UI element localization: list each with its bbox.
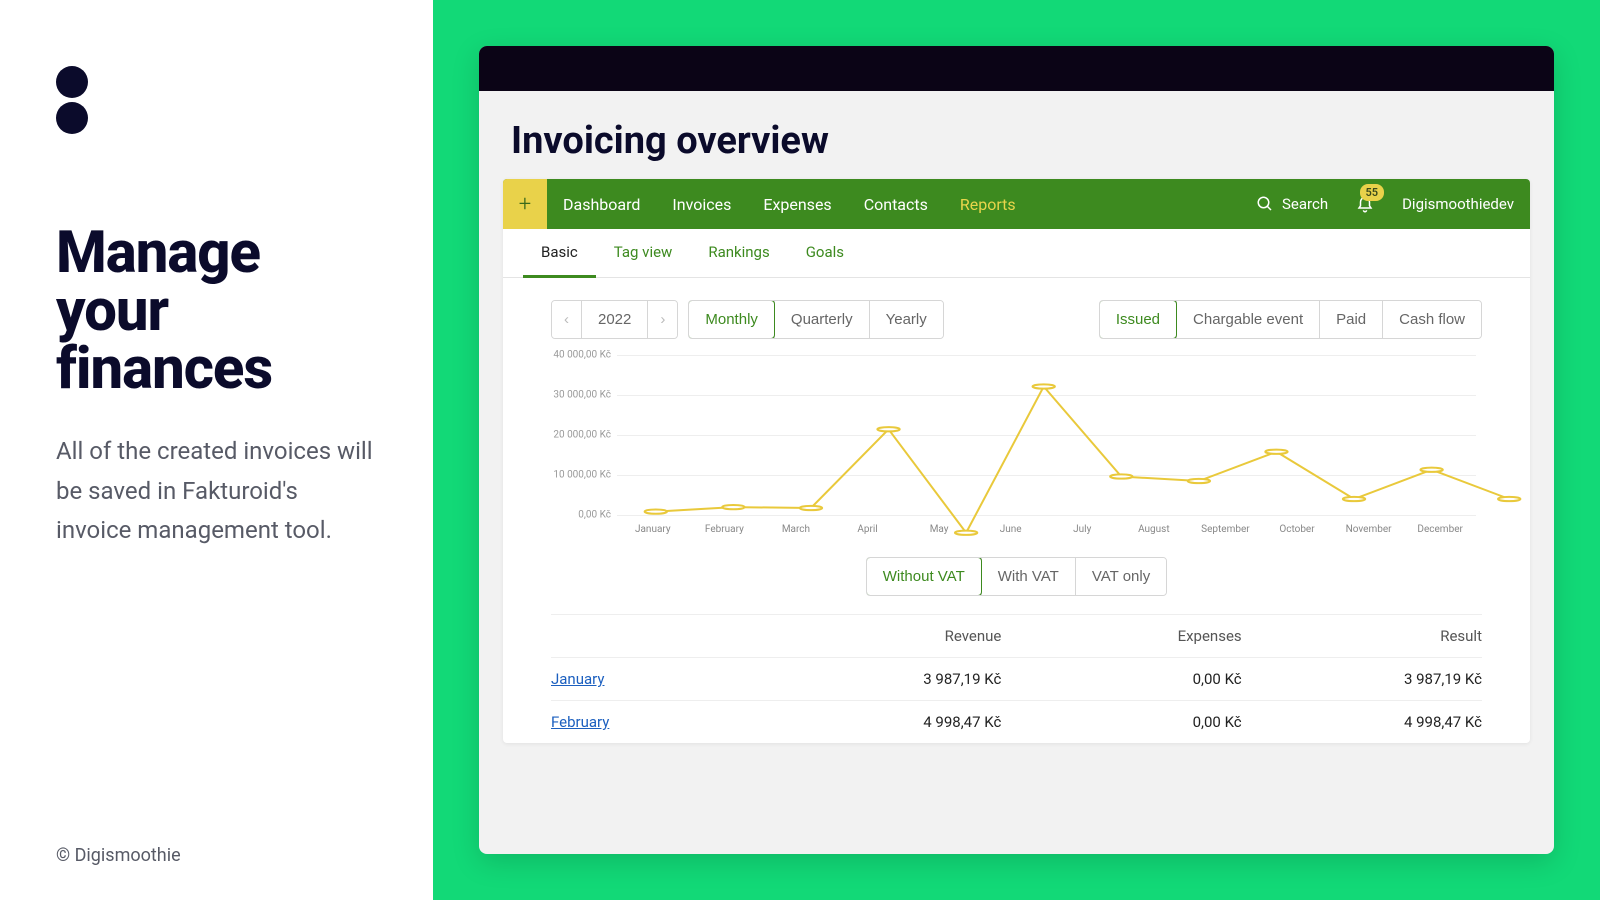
year-prev-button[interactable]: ‹	[552, 301, 581, 338]
search-button[interactable]: Search	[1240, 195, 1344, 213]
cell-expenses: 0,00 Kč	[1001, 670, 1241, 688]
app-window: Invoicing overview + DashboardInvoicesEx…	[479, 46, 1554, 854]
period-option-monthly[interactable]: Monthly	[688, 300, 775, 339]
cell-result: 3 987,19 Kč	[1242, 670, 1482, 688]
header-revenue: Revenue	[761, 627, 1001, 645]
chart-container: 0,00 Kč 10 000,00 Kč 20 000,00 Kč 30 000,00…	[503, 349, 1530, 543]
tab-basic[interactable]: Basic	[523, 229, 596, 278]
subnav: BasicTag viewRankingsGoals	[503, 229, 1530, 278]
filter-segment: IssuedChargable eventPaidCash flow	[1099, 300, 1482, 339]
logo	[56, 66, 377, 134]
marketing-panel: Manage your finances All of the created …	[0, 0, 433, 900]
revenue-chart: 0,00 Kč 10 000,00 Kč 20 000,00 Kč 30 000,00…	[551, 355, 1482, 535]
main-nav: + DashboardInvoicesExpensesContactsRepor…	[503, 179, 1530, 229]
table-row: January 3 987,19 Kč0,00 Kč3 987,19 Kč	[551, 657, 1482, 700]
y-tick: 0,00 Kč	[551, 510, 611, 521]
tab-tag-view[interactable]: Tag view	[596, 229, 691, 277]
year-next-button[interactable]: ›	[647, 301, 677, 338]
search-icon	[1256, 195, 1274, 213]
user-menu[interactable]: Digismoothiedev	[1386, 195, 1530, 213]
nav-item-dashboard[interactable]: Dashboard	[547, 195, 656, 214]
header-expenses: Expenses	[1001, 627, 1241, 645]
notification-badge: 55	[1360, 184, 1385, 201]
cell-revenue: 3 987,19 Kč	[761, 670, 1001, 688]
vat-option-with-vat[interactable]: With VAT	[981, 558, 1075, 595]
table-row: February 4 998,47 Kč0,00 Kč4 998,47 Kč	[551, 700, 1482, 743]
filter-option-paid[interactable]: Paid	[1319, 301, 1382, 338]
vat-option-without-vat[interactable]: Without VAT	[866, 557, 982, 596]
month-link[interactable]: February	[551, 713, 609, 731]
month-link[interactable]: January	[551, 670, 604, 688]
filter-option-chargable-event[interactable]: Chargable event	[1176, 301, 1319, 338]
period-option-yearly[interactable]: Yearly	[869, 301, 943, 338]
marketing-subtext: All of the created invoices will be save…	[56, 432, 377, 551]
vat-segment: Without VATWith VATVAT only	[866, 557, 1167, 596]
copyright: © Digismoothie	[56, 845, 181, 866]
marketing-headline: Manage your finances	[56, 224, 377, 398]
vat-row: Without VATWith VATVAT only	[503, 543, 1530, 614]
y-tick: 10 000,00 Kč	[551, 470, 611, 481]
period-segment: MonthlyQuarterlyYearly	[688, 300, 943, 339]
nav-item-contacts[interactable]: Contacts	[848, 195, 944, 214]
vat-option-vat-only[interactable]: VAT only	[1075, 558, 1166, 595]
report-card: + DashboardInvoicesExpensesContactsRepor…	[503, 179, 1530, 743]
year-value[interactable]: 2022	[581, 301, 647, 338]
cell-revenue: 4 998,47 Kč	[761, 713, 1001, 731]
app-preview-frame: Invoicing overview + DashboardInvoicesEx…	[433, 0, 1600, 900]
tab-rankings[interactable]: Rankings	[690, 229, 787, 277]
header-result: Result	[1242, 627, 1482, 645]
notifications-button[interactable]: 55	[1344, 194, 1386, 214]
y-tick: 40 000,00 Kč	[551, 350, 611, 361]
search-label: Search	[1282, 195, 1328, 213]
page-title: Invoicing overview	[479, 91, 1554, 179]
year-selector: ‹ 2022 ›	[551, 300, 678, 339]
plus-icon: +	[519, 192, 531, 217]
add-button[interactable]: +	[503, 179, 547, 229]
nav-item-invoices[interactable]: Invoices	[656, 195, 747, 214]
app-topbar	[479, 46, 1554, 91]
y-tick: 20 000,00 Kč	[551, 430, 611, 441]
cell-result: 4 998,47 Kč	[1242, 713, 1482, 731]
controls-row: ‹ 2022 › MonthlyQuarterlyYearly IssuedCh…	[503, 278, 1530, 349]
tab-goals[interactable]: Goals	[788, 229, 862, 277]
cell-expenses: 0,00 Kč	[1001, 713, 1241, 731]
summary-table: Revenue Expenses Result January 3 987,19 …	[503, 614, 1530, 743]
filter-option-cash-flow[interactable]: Cash flow	[1382, 301, 1481, 338]
nav-item-reports[interactable]: Reports	[944, 195, 1032, 214]
nav-item-expenses[interactable]: Expenses	[747, 195, 847, 214]
filter-option-issued[interactable]: Issued	[1099, 300, 1177, 339]
table-header: Revenue Expenses Result	[551, 614, 1482, 657]
y-tick: 30 000,00 Kč	[551, 390, 611, 401]
period-option-quarterly[interactable]: Quarterly	[774, 301, 869, 338]
